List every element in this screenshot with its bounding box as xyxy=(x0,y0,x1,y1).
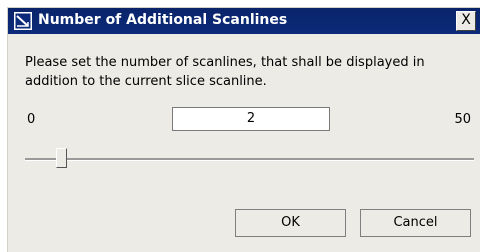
instruction-text: Please set the number of scanlines, that… xyxy=(25,55,425,89)
scanline-slider[interactable] xyxy=(25,148,474,170)
cancel-button[interactable]: Cancel xyxy=(360,209,471,237)
app-icon xyxy=(14,12,32,30)
range-max-label: 50 xyxy=(454,112,471,127)
window-title: Number of Additional Scanlines xyxy=(38,12,288,28)
slider-track[interactable] xyxy=(25,158,474,161)
range-min-label: 0 xyxy=(27,112,36,127)
close-icon: X xyxy=(461,12,471,28)
title-bar[interactable]: Number of Additional Scanlines X xyxy=(8,8,480,34)
dialog-window: Number of Additional Scanlines X Please … xyxy=(7,7,480,252)
slider-thumb[interactable] xyxy=(56,148,68,168)
close-button[interactable]: X xyxy=(456,11,476,31)
scanline-count-input[interactable]: 2 xyxy=(172,107,330,131)
ok-button[interactable]: OK xyxy=(235,209,346,237)
